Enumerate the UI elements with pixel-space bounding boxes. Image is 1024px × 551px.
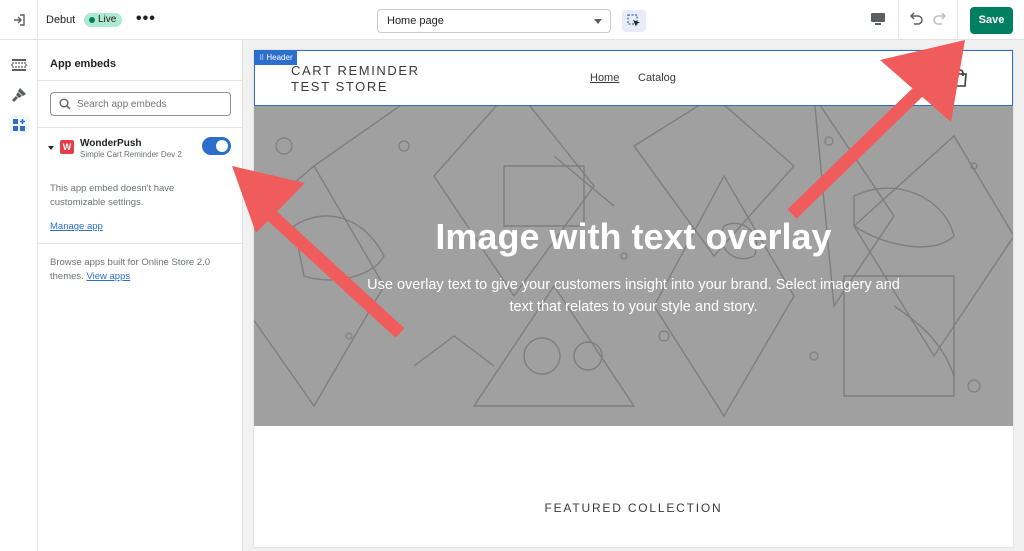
view-apps-link[interactable]: View apps xyxy=(86,271,130,282)
panel-title: App embeds xyxy=(50,58,117,70)
divider xyxy=(38,243,243,244)
nav-link-catalog[interactable]: Catalog xyxy=(638,72,676,84)
toggle-knob xyxy=(216,140,228,152)
select-cursor-icon xyxy=(627,14,640,27)
redo-icon xyxy=(933,12,947,25)
hero-image-banner[interactable]: Image with text overlay Use overlay text… xyxy=(254,106,1013,426)
page-select[interactable]: Home page xyxy=(377,9,611,33)
undo-icon xyxy=(909,12,923,25)
manage-app-link[interactable]: Manage app xyxy=(50,221,103,232)
app-embed-subtitle: Simple Cart Reminder Dev 2 xyxy=(80,150,182,159)
app-embed-item[interactable]: W WonderPush Simple Cart Reminder Dev 2 xyxy=(38,136,243,166)
undo-button[interactable] xyxy=(908,12,924,33)
exit-icon xyxy=(13,14,25,26)
search-icon xyxy=(59,98,71,110)
rail-app-embeds-button[interactable] xyxy=(9,115,29,135)
editor-topbar: Debut Live ••• Home page Save xyxy=(0,0,1024,40)
featured-collection-heading: FEATURED COLLECTION xyxy=(544,501,723,515)
hero-subheading: Use overlay text to give your customers … xyxy=(367,277,900,315)
search-field[interactable] xyxy=(50,92,231,116)
desktop-icon xyxy=(871,13,885,25)
wonderpush-logo: W xyxy=(60,140,74,154)
search-input[interactable] xyxy=(77,96,227,112)
bag-icon[interactable] xyxy=(952,69,968,87)
embed-settings-note: This app embed doesn't have customizable… xyxy=(50,183,175,208)
save-button[interactable]: Save xyxy=(970,7,1013,34)
redo-button[interactable] xyxy=(932,12,948,33)
rail-theme-settings-button[interactable] xyxy=(9,85,29,105)
sections-icon xyxy=(11,59,27,71)
storefront-preview[interactable]: ⠿ Header CART REMINDER TEST STORE Home C… xyxy=(254,50,1013,547)
app-embed-name: WonderPush xyxy=(80,138,142,149)
inspector-toggle-button[interactable] xyxy=(622,10,646,32)
app-embeds-panel: App embeds W WonderPush Simple Cart Remi… xyxy=(38,40,243,551)
caret-down-icon[interactable] xyxy=(48,146,54,150)
theme-name: Debut xyxy=(46,14,76,26)
hero-illustration xyxy=(254,106,1013,418)
app-embed-icon xyxy=(13,119,25,131)
exit-button[interactable] xyxy=(0,0,38,40)
hero-heading: Image with text overlay xyxy=(435,216,832,257)
history-controls xyxy=(898,0,958,40)
status-badge: Live xyxy=(84,13,123,27)
rail-sections-button[interactable] xyxy=(9,55,29,75)
brush-icon xyxy=(12,88,26,102)
divider xyxy=(38,127,243,128)
preview-canvas: ⠿ Header CART REMINDER TEST STORE Home C… xyxy=(243,40,1024,551)
more-actions-button[interactable]: ••• xyxy=(136,11,156,27)
device-preview-button[interactable] xyxy=(870,12,886,32)
browse-apps-text: Browse apps built for Online Store 2.0 t… xyxy=(50,256,230,284)
store-logo-text[interactable]: CART REMINDER TEST STORE xyxy=(291,63,451,95)
divider xyxy=(38,80,243,81)
section-tag-label: Header xyxy=(266,53,293,62)
nav-link-home[interactable]: Home xyxy=(590,72,619,84)
app-embed-toggle[interactable] xyxy=(202,137,231,155)
editor-nav-rail xyxy=(0,40,38,551)
chevron-down-icon xyxy=(594,19,602,24)
section-tag-icon: ⠿ xyxy=(259,55,265,62)
page-select-value: Home page xyxy=(387,15,444,27)
store-header-section[interactable]: ⠿ Header CART REMINDER TEST STORE Home C… xyxy=(254,50,1013,106)
